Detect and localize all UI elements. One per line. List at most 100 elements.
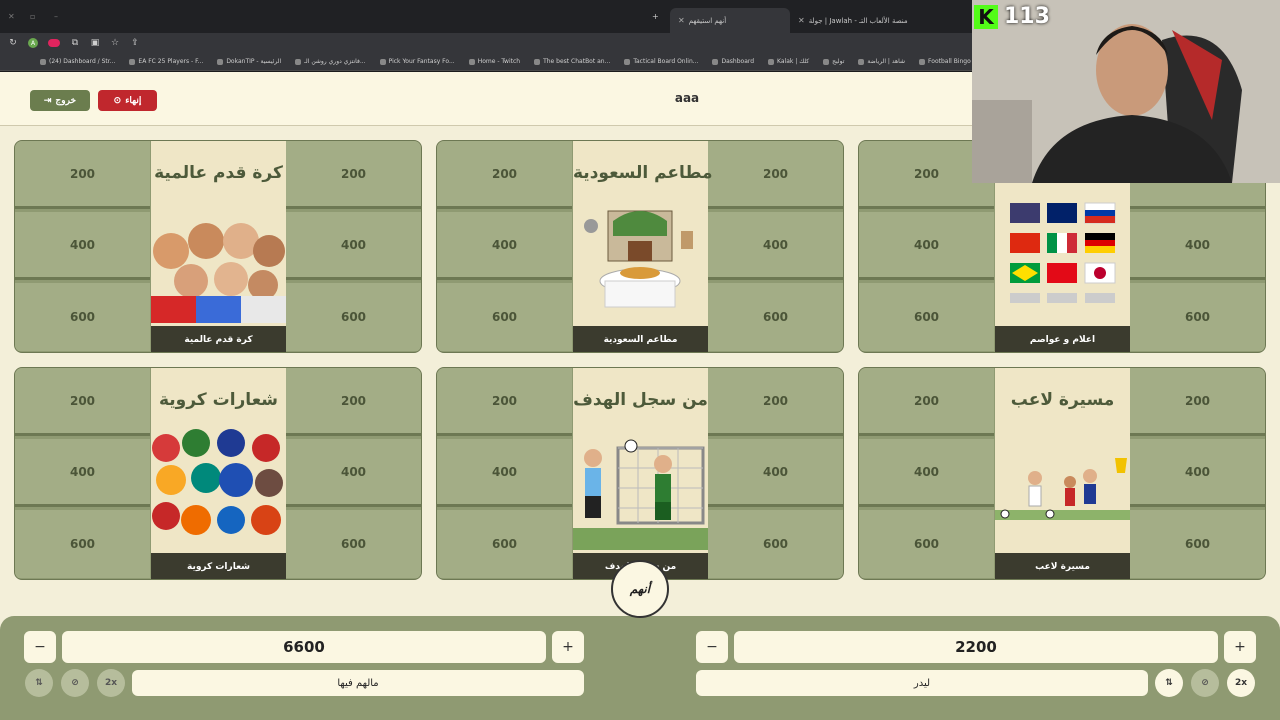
browser-tab-bar: ✕ ▫ – + ✕ أنهم استيقهم ✕ جولة | Jawlah -… xyxy=(0,0,972,33)
close-tab-icon[interactable]: ✕ xyxy=(678,16,685,25)
question-cell-left-200[interactable]: 200 xyxy=(437,368,572,436)
question-cell-right-600[interactable]: 600 xyxy=(286,283,421,351)
question-cell-left-600[interactable]: 600 xyxy=(437,283,572,351)
bookmark-item[interactable]: Dashboard xyxy=(712,58,754,65)
category-illustration xyxy=(151,201,286,323)
question-cell-left-400[interactable]: 400 xyxy=(859,212,994,280)
question-cell-left-200[interactable]: 200 xyxy=(15,368,150,436)
question-cell-left-600[interactable]: 600 xyxy=(15,283,150,351)
bookmark-label: EA FC 25 Players - F... xyxy=(138,58,204,65)
question-cell-right-400[interactable]: 400 xyxy=(708,439,843,507)
right-swap-icon[interactable]: ⇅ xyxy=(1155,669,1183,697)
question-cell-left-400[interactable]: 400 xyxy=(859,439,994,507)
left-double-button[interactable]: 2x xyxy=(97,669,125,697)
kick-logo-icon: K xyxy=(974,4,998,29)
question-cell-left-400[interactable]: 400 xyxy=(437,439,572,507)
window-minimize-icon[interactable]: – xyxy=(54,12,58,21)
bookmark-item[interactable]: The best ChatBot an... xyxy=(534,58,610,65)
window-restore-icon[interactable]: ▫ xyxy=(30,12,35,21)
bookmark-favicon-icon xyxy=(295,58,302,65)
exit-button[interactable]: ⇥ خروج xyxy=(30,90,90,111)
bookmark-item[interactable]: DokanTIP - الرئيسية xyxy=(217,58,281,65)
bookmark-label: (24) Dashboard / Str... xyxy=(49,58,116,65)
screen-icon[interactable]: ▣ xyxy=(90,38,100,48)
left-team-plus-button[interactable]: + xyxy=(552,631,584,663)
bookmark-item[interactable]: Football Bingo Onli... xyxy=(919,58,972,65)
bookmark-item[interactable]: Tactical Board Onlin... xyxy=(624,58,698,65)
new-tab-icon[interactable]: + xyxy=(652,12,659,21)
bookmark-favicon-icon xyxy=(768,58,775,65)
tab-active[interactable]: ✕ أنهم استيقهم xyxy=(670,8,790,33)
question-cell-right-200[interactable]: 200 xyxy=(708,141,843,209)
question-cell-right-600[interactable]: 600 xyxy=(708,283,843,351)
question-cell-right-600[interactable]: 600 xyxy=(1130,283,1265,351)
bookmark-label: توليج xyxy=(832,58,845,65)
end-game-button[interactable]: ⊙ إنهاء xyxy=(98,90,157,111)
category-art-title: كرة قدم عالمية xyxy=(154,163,283,183)
bookmark-item[interactable]: Home - Twitch xyxy=(468,58,520,65)
score-footer: − 6600 + ⇅ ⊘ 2x مالهم فيها − 2200 + ليدر… xyxy=(0,616,1280,720)
browser-toolbar: ↻ A ⧉ ▣ ☆ ⇪ xyxy=(0,33,972,53)
question-cell-right-400[interactable]: 400 xyxy=(708,212,843,280)
left-team-name[interactable]: مالهم فيها xyxy=(132,670,584,696)
bookmark-label: Kalak | كلك xyxy=(777,58,810,65)
category-illustration xyxy=(151,428,286,550)
category-card: 200200400400600600من سجل الهدفمن سجل اله… xyxy=(436,367,844,580)
right-team-name[interactable]: ليدر xyxy=(696,670,1148,696)
bookmark-favicon-icon xyxy=(534,58,541,65)
bookmark-item[interactable]: EA FC 25 Players - F... xyxy=(129,58,203,65)
extension-icon[interactable] xyxy=(48,39,60,47)
question-cell-left-600[interactable]: 600 xyxy=(859,510,994,578)
share-icon[interactable]: ⇪ xyxy=(130,38,140,48)
question-cell-right-200[interactable]: 200 xyxy=(708,368,843,436)
question-cell-right-200[interactable]: 200 xyxy=(286,368,421,436)
question-cell-left-400[interactable]: 400 xyxy=(15,439,150,507)
right-block-icon[interactable]: ⊘ xyxy=(1191,669,1219,697)
right-team-plus-button[interactable]: + xyxy=(1224,631,1256,663)
bookmark-favicon-icon xyxy=(468,58,475,65)
question-cell-left-600[interactable]: 600 xyxy=(15,510,150,578)
tab-jawlah[interactable]: ✕ جولة | Jawlah - منصة الألعاب التـ xyxy=(790,8,930,33)
bookmark-star-icon[interactable]: ☆ xyxy=(110,38,120,48)
bookmark-item[interactable]: شاهد | الرياضة xyxy=(858,58,905,65)
left-swap-icon[interactable]: ⇅ xyxy=(25,669,53,697)
bookmark-label: فانتزي دوري روشن الـ... xyxy=(304,58,366,65)
question-cell-left-200[interactable]: 200 xyxy=(437,141,572,209)
question-cell-right-600[interactable]: 600 xyxy=(708,510,843,578)
extensions-puzzle-icon[interactable]: ⧉ xyxy=(70,38,80,48)
left-team-minus-button[interactable]: − xyxy=(24,631,56,663)
question-cell-right-400[interactable]: 400 xyxy=(1130,439,1265,507)
question-cell-right-200[interactable]: 200 xyxy=(1130,368,1265,436)
category-caption: كرة قدم عالمية xyxy=(151,326,286,352)
question-cell-right-400[interactable]: 400 xyxy=(1130,212,1265,280)
window-close-icon[interactable]: ✕ xyxy=(8,12,15,21)
question-cell-left-200[interactable]: 200 xyxy=(859,368,994,436)
category-art-title: شعارات كروية xyxy=(158,390,279,410)
reload-icon[interactable]: ↻ xyxy=(8,38,18,48)
right-double-button[interactable]: 2x xyxy=(1227,669,1255,697)
question-cell-right-400[interactable]: 400 xyxy=(286,212,421,280)
bookmark-item[interactable]: Kalak | كلك xyxy=(768,58,809,65)
bookmark-label: DokanTIP - الرئيسية xyxy=(226,58,282,65)
category-caption: مسيرة لاعب xyxy=(995,553,1130,579)
question-cell-right-600[interactable]: 600 xyxy=(286,510,421,578)
question-cell-left-400[interactable]: 400 xyxy=(15,212,150,280)
bookmark-item[interactable]: فانتزي دوري روشن الـ... xyxy=(295,58,366,65)
right-team-minus-button[interactable]: − xyxy=(696,631,728,663)
left-block-icon[interactable]: ⊘ xyxy=(61,669,89,697)
category-art-title: من سجل الهدف xyxy=(573,390,708,410)
bookmark-item[interactable]: Pick Your Fantasy Fo... xyxy=(379,58,455,65)
right-team-score: 2200 xyxy=(734,631,1218,663)
close-tab-icon[interactable]: ✕ xyxy=(798,16,805,25)
question-cell-right-200[interactable]: 200 xyxy=(286,141,421,209)
category-caption: شعارات كروية xyxy=(151,553,286,579)
profile-avatar[interactable]: A xyxy=(28,38,38,48)
bookmark-item[interactable]: توليج xyxy=(823,58,844,65)
bookmark-item[interactable]: (24) Dashboard / Str... xyxy=(40,58,115,65)
question-cell-left-600[interactable]: 600 xyxy=(437,510,572,578)
question-cell-left-200[interactable]: 200 xyxy=(15,141,150,209)
question-cell-left-600[interactable]: 600 xyxy=(859,283,994,351)
question-cell-right-600[interactable]: 600 xyxy=(1130,510,1265,578)
question-cell-left-400[interactable]: 400 xyxy=(437,212,572,280)
question-cell-right-400[interactable]: 400 xyxy=(286,439,421,507)
